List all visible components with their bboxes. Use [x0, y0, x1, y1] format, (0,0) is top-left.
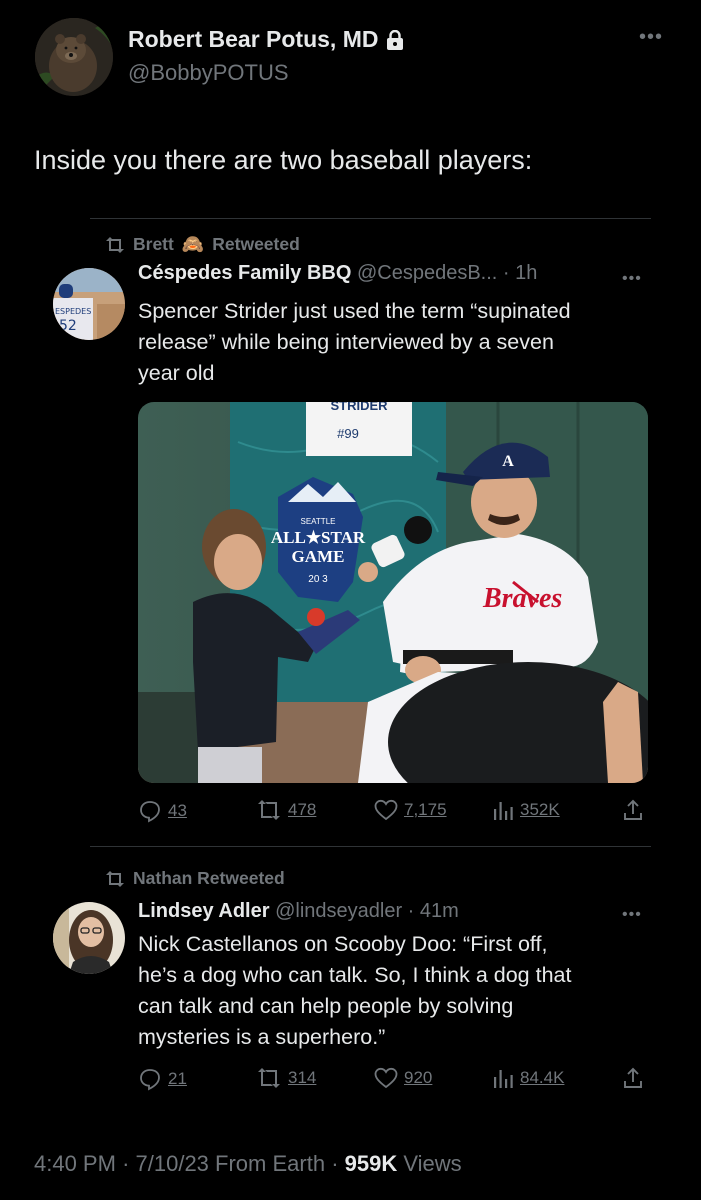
see-no-evil-emoji: 🙈	[181, 234, 205, 254]
lindsey-avatar[interactable]	[53, 902, 125, 974]
separator-dot: ·	[331, 1151, 345, 1176]
heart-icon	[374, 1067, 398, 1089]
logo-year: 20 3	[308, 574, 328, 585]
sign-number: #99	[337, 426, 359, 441]
retweet-count: 314	[288, 1068, 317, 1087]
text-line: Nick Castellanos on Scooby Doo: “First o…	[138, 932, 548, 956]
tweet-text: Inside you there are two baseball player…	[34, 145, 533, 175]
retweet-button[interactable]: 478	[256, 799, 316, 821]
tweet-media-photo[interactable]: STRIDER #99 SEATTLE ALL★STAR GAME 20 3 A…	[138, 402, 648, 783]
share-button[interactable]	[622, 1067, 644, 1089]
sign-name: STRIDER	[330, 402, 388, 413]
text-line: Spencer Strider just used the term “supi…	[138, 299, 571, 323]
retweet-indicator[interactable]: Brett 🙈 Retweeted	[105, 234, 300, 255]
separator-dot: ·	[407, 900, 420, 922]
lock-icon	[387, 29, 404, 50]
retweet1-header: Céspedes Family BBQ @CespedesB... · 1h	[138, 262, 537, 285]
text-line: mysteries is a superhero.”	[138, 1025, 386, 1049]
share-button[interactable]	[622, 799, 644, 821]
cespedes-avatar[interactable]: ESPEDES 52	[53, 268, 125, 340]
retweet1-time[interactable]: 1h	[515, 262, 537, 284]
retweet1-author-handle[interactable]: @CespedesB...	[357, 262, 497, 284]
like-count: 920	[404, 1068, 433, 1087]
bear-avatar-image	[35, 18, 113, 96]
text-line: he’s a dog who can talk. So, I think a d…	[138, 963, 572, 987]
separator-dot: ·	[122, 1151, 136, 1176]
views-count: 352K	[520, 800, 560, 819]
retweet2-time[interactable]: 41m	[420, 900, 459, 922]
svg-text:A: A	[502, 453, 514, 470]
retweet-count: 478	[288, 800, 317, 819]
text-line: can talk and can help people by solving	[138, 994, 514, 1018]
retweet1-more-icon[interactable]: •••	[622, 270, 642, 288]
retweet2-actions: 21 314 920 84.4K	[138, 1067, 648, 1097]
reply-icon	[140, 801, 160, 823]
heart-icon	[374, 799, 398, 821]
retweet2-more-icon[interactable]: •••	[622, 906, 642, 924]
logo-seattle: SEATTLE	[301, 517, 336, 526]
like-count: 7,175	[404, 800, 447, 819]
reply-count: 21	[168, 1069, 187, 1088]
retweet-icon	[106, 236, 124, 253]
views-chart-icon	[494, 1070, 513, 1088]
separator-dot: ·	[502, 262, 516, 284]
author-name-row[interactable]: Robert Bear Potus, MD	[128, 26, 404, 53]
reply-button[interactable]: 21	[138, 1067, 187, 1091]
share-icon	[624, 799, 642, 820]
views-count: 84.4K	[520, 1068, 565, 1087]
views-label: Views	[403, 1151, 462, 1176]
text-line: year old	[138, 361, 215, 385]
divider	[90, 846, 651, 847]
share-icon	[624, 1067, 642, 1088]
reply-count: 43	[168, 801, 187, 820]
retweet-icon	[258, 800, 280, 820]
interview-photo: STRIDER #99 SEATTLE ALL★STAR GAME 20 3 A…	[138, 402, 648, 783]
retweet2-author-handle[interactable]: @lindseyadler	[275, 900, 402, 922]
views-chart-icon	[494, 802, 513, 820]
logo-game: GAME	[292, 547, 345, 566]
author-name[interactable]: Robert Bear Potus, MD	[128, 26, 378, 53]
retweet2-text: Nick Castellanos on Scooby Doo: “First o…	[138, 929, 648, 1053]
retweeted-by-name[interactable]: Brett	[133, 234, 174, 255]
like-button[interactable]: 920	[374, 1067, 432, 1089]
cespedes-avatar-image: ESPEDES 52	[53, 268, 125, 340]
tweet-source: From Earth	[215, 1151, 326, 1176]
retweet-button[interactable]: 314	[256, 1067, 316, 1089]
lindsey-avatar-image	[53, 902, 125, 974]
like-button[interactable]: 7,175	[374, 799, 447, 821]
author-handle[interactable]: @BobbyPOTUS	[128, 60, 289, 86]
views-button[interactable]: 352K	[492, 799, 560, 821]
retweet1-actions: 43 478 7,175 352K	[138, 799, 648, 829]
more-options-icon[interactable]: •••	[639, 26, 663, 49]
divider	[90, 218, 651, 219]
author-avatar[interactable]	[35, 18, 113, 96]
svg-text:52: 52	[59, 318, 77, 334]
retweeted-label: Retweeted	[212, 234, 300, 254]
text-line: release” while being interviewed by a se…	[138, 330, 554, 354]
reply-icon	[140, 1069, 160, 1091]
tweet-date[interactable]: 7/10/23	[136, 1151, 209, 1176]
retweet-icon	[258, 1068, 280, 1088]
tweet-time[interactable]: 4:40 PM	[34, 1151, 116, 1176]
retweet1-author-name[interactable]: Céspedes Family BBQ	[138, 262, 351, 284]
retweeted-label: Nathan Retweeted	[133, 868, 285, 888]
tweet-meta: 4:40 PM · 7/10/23 From Earth · 959K View…	[34, 1151, 462, 1177]
views-total: 959K	[344, 1151, 398, 1176]
retweet2-author-name[interactable]: Lindsey Adler	[138, 900, 270, 922]
svg-text:ESPEDES: ESPEDES	[55, 307, 91, 316]
retweet-indicator[interactable]: Nathan Retweeted	[105, 868, 285, 889]
logo-allstar: ALL★STAR	[271, 528, 366, 547]
retweet-icon	[106, 870, 124, 887]
reply-button[interactable]: 43	[138, 799, 187, 823]
retweet2-header: Lindsey Adler @lindseyadler · 41m	[138, 900, 459, 923]
retweet1-text: Spencer Strider just used the term “supi…	[138, 296, 648, 389]
views-button[interactable]: 84.4K	[492, 1067, 564, 1089]
